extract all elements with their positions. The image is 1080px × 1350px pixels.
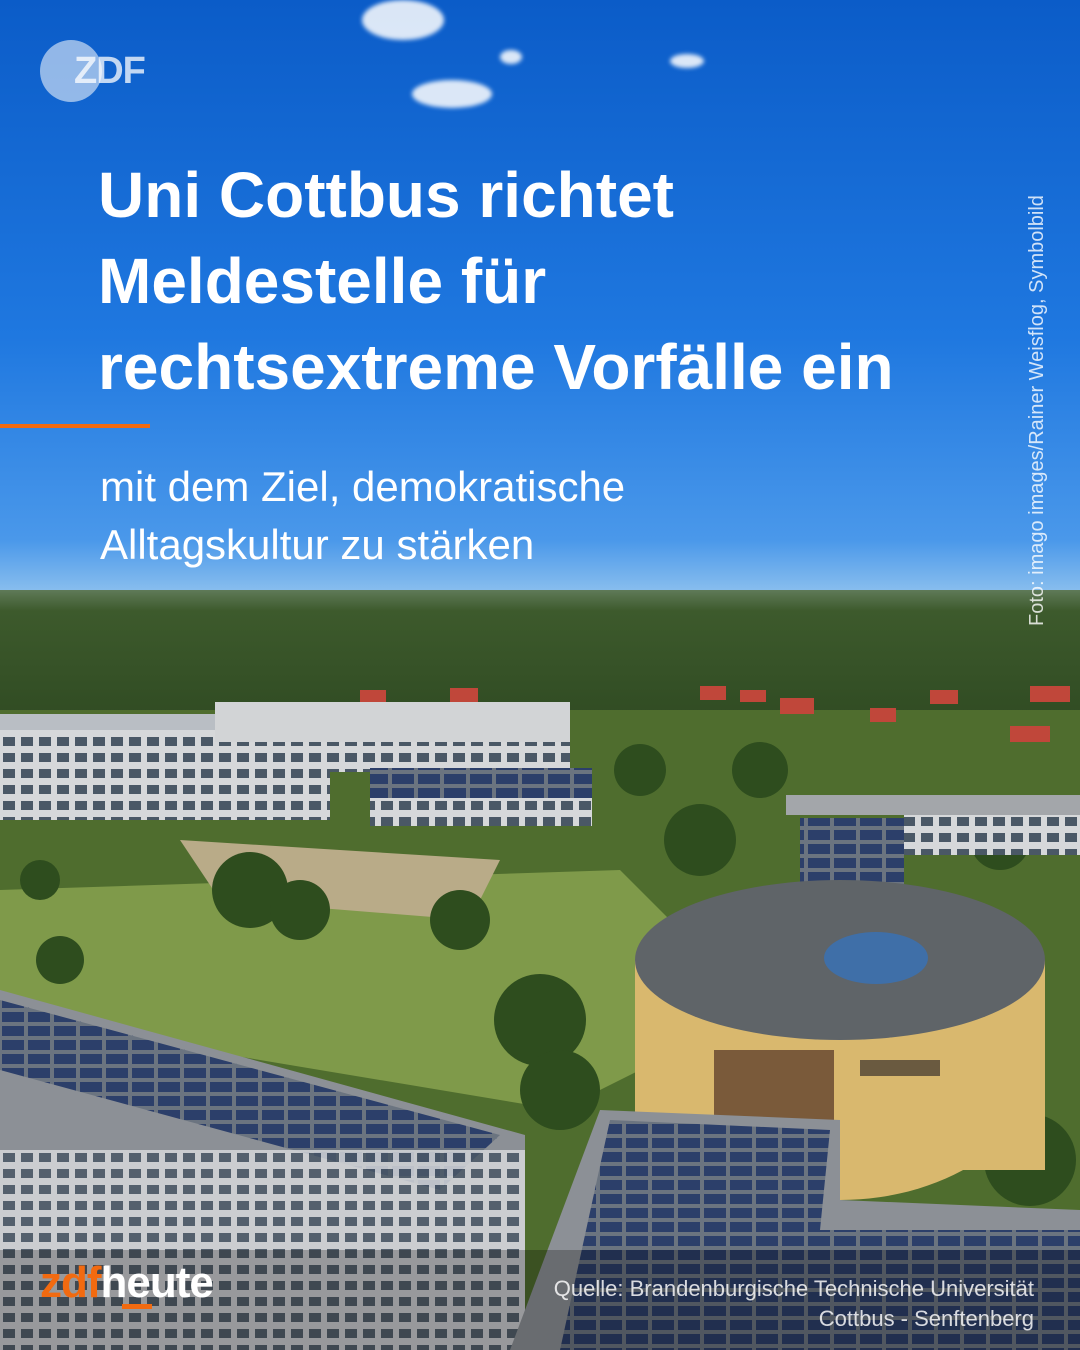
- headline-line-2: Meldestelle für: [98, 245, 547, 317]
- accent-divider: [0, 424, 150, 428]
- headline-line-1: Uni Cottbus richtet: [98, 159, 674, 231]
- zdf-logo-text: ZDF: [74, 50, 146, 92]
- source-line-1: Quelle: Brandenburgische Technische Univ…: [553, 1276, 1034, 1301]
- source-line-2: Cottbus - Senftenberg: [818, 1306, 1034, 1331]
- cloud: [500, 50, 522, 64]
- wordmark-underline: [122, 1304, 152, 1309]
- news-card: ZDF Uni Cottbus richtet Meldestelle für …: [0, 0, 1080, 1350]
- subline: mit dem Ziel, demokratische Alltagskultu…: [100, 458, 900, 574]
- photo-credit: Foto: imago images/Rainer Weisflog, Symb…: [1026, 195, 1048, 626]
- cloud: [670, 54, 704, 68]
- campus-aerial-photo: [0, 590, 1080, 1350]
- source-note: Quelle: Brandenburgische Technische Univ…: [414, 1274, 1034, 1334]
- subline-line-2: Alltagskultur zu stärken: [100, 521, 535, 568]
- headline: Uni Cottbus richtet Meldestelle für rech…: [98, 152, 998, 410]
- cloud: [362, 0, 444, 40]
- cloud: [412, 80, 492, 108]
- zdfheute-wordmark: zdfheute: [40, 1258, 214, 1308]
- wordmark-zdf: zdf: [40, 1258, 102, 1307]
- headline-line-3: rechtsextreme Vorfälle ein: [98, 331, 894, 403]
- subline-line-1: mit dem Ziel, demokratische: [100, 463, 626, 510]
- wordmark-heute: heute: [100, 1258, 214, 1307]
